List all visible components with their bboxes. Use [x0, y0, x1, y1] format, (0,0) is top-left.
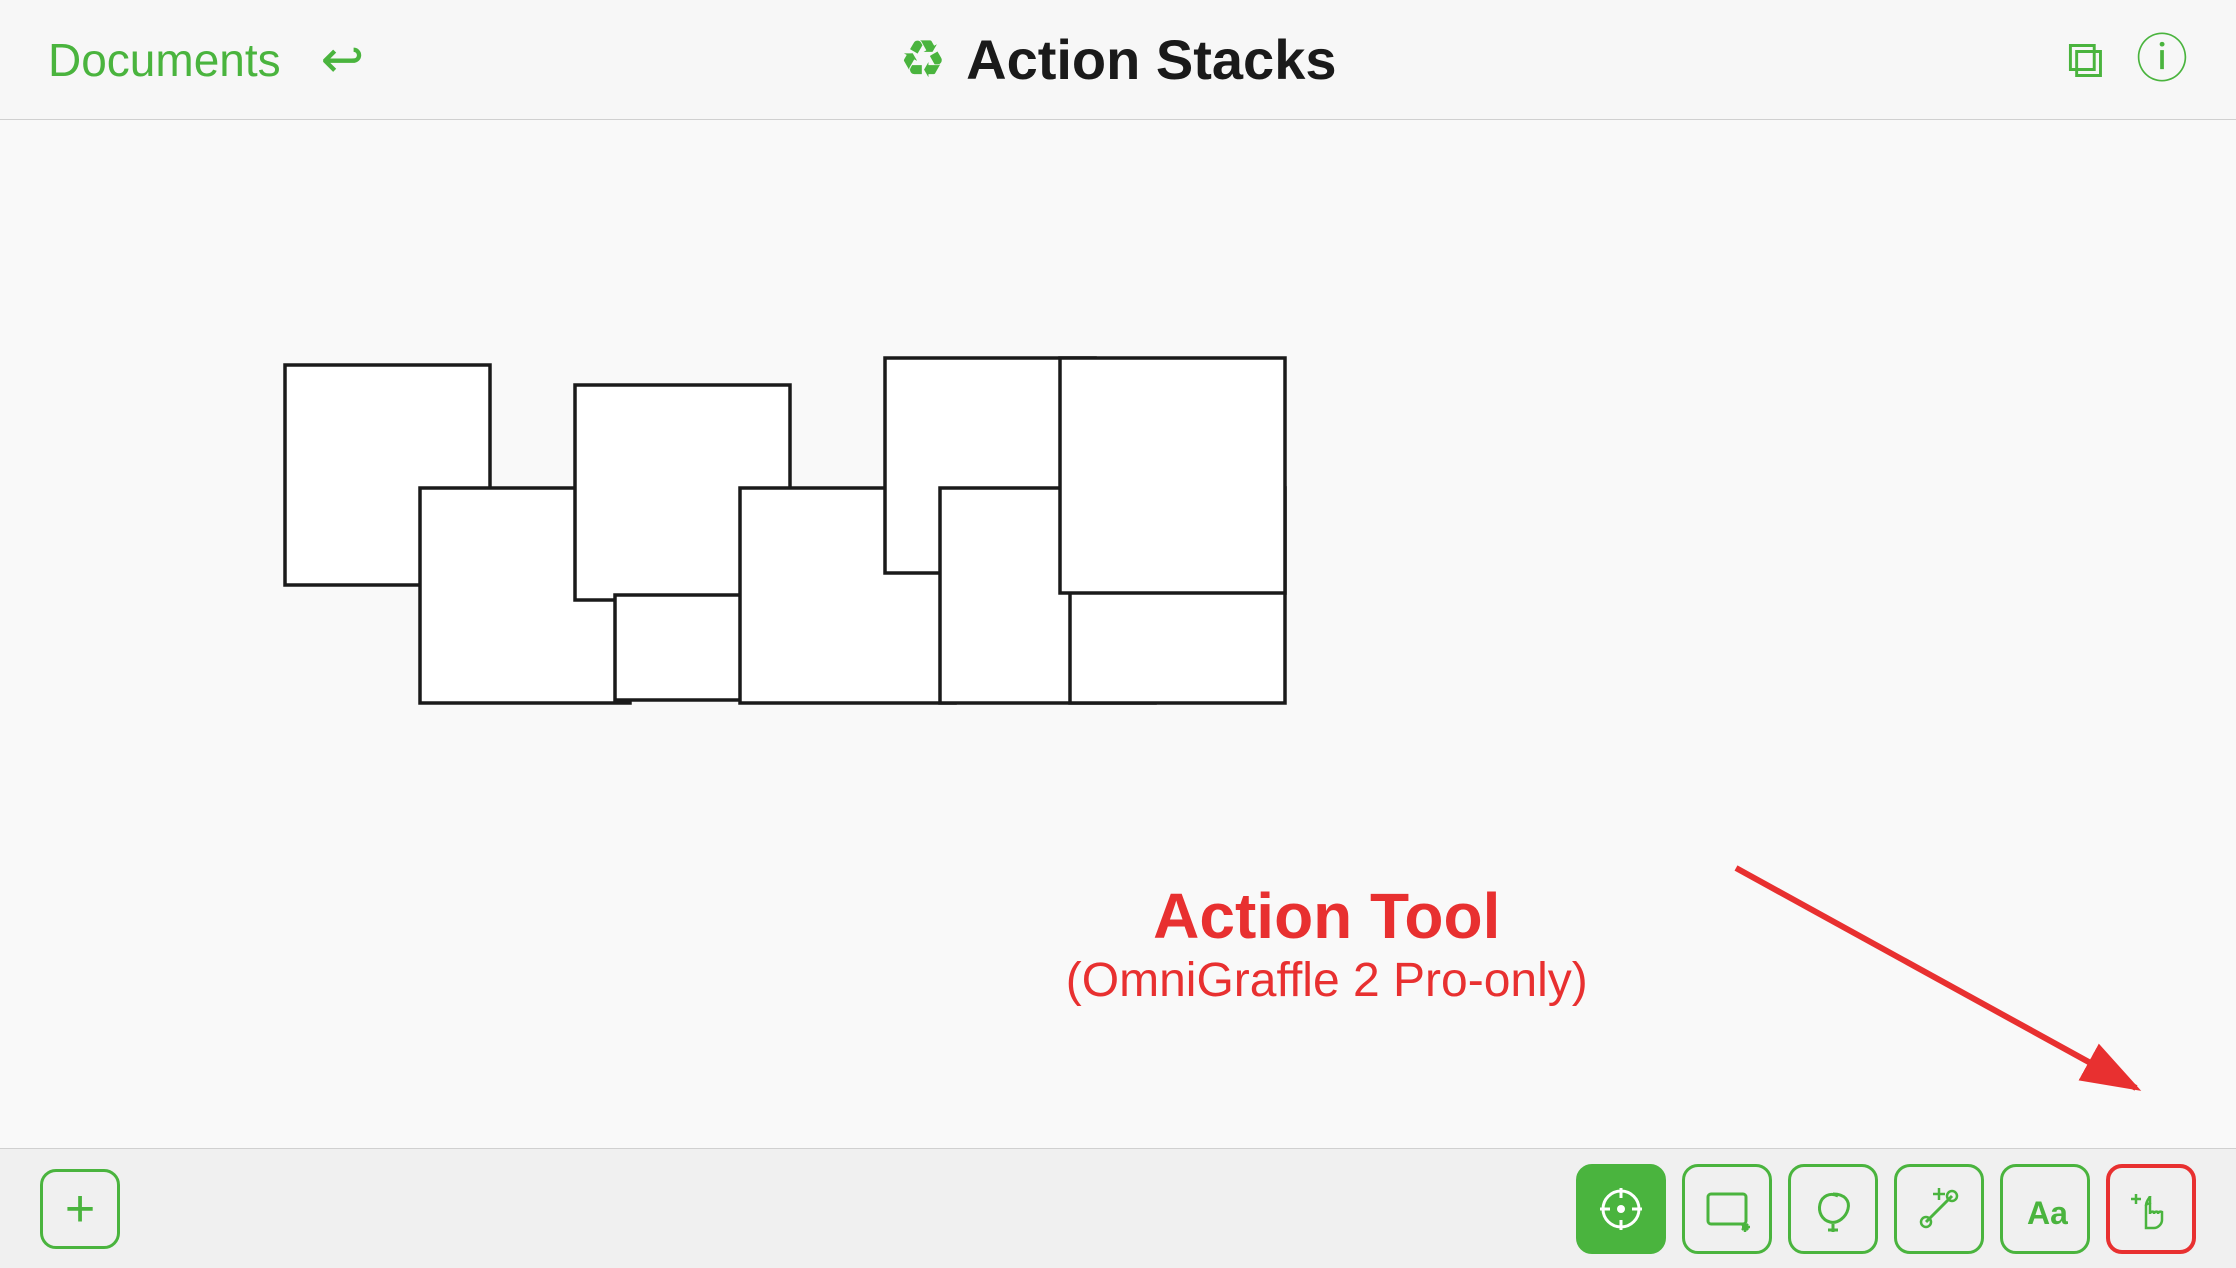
header-bar: Documents ↩ ♻ Action Stacks ⧉ ⓘ: [0, 0, 2236, 120]
back-button[interactable]: ↩: [321, 34, 365, 86]
action-tool-button[interactable]: [2106, 1164, 2196, 1254]
diagram-svg: [0, 120, 2236, 1148]
header-right: ⧉ ⓘ: [2067, 34, 2188, 86]
documents-button[interactable]: Documents: [48, 33, 281, 87]
select-tool-button[interactable]: [1576, 1164, 1666, 1254]
page-title: Action Stacks: [966, 27, 1336, 92]
header-left: Documents ↩: [48, 33, 364, 87]
canvas-area[interactable]: Action Tool (OmniGraffle 2 Pro-only): [0, 120, 2236, 1148]
toolbar: +: [0, 1148, 2236, 1268]
recycle-icon: ♻: [900, 30, 947, 90]
shape-tool-button[interactable]: [1682, 1164, 1772, 1254]
freehand-tool-button[interactable]: [1788, 1164, 1878, 1254]
duplicate-button[interactable]: ⧉: [2067, 34, 2104, 86]
text-tool-button[interactable]: Aa: [2000, 1164, 2090, 1254]
add-button[interactable]: +: [40, 1169, 120, 1249]
info-button[interactable]: ⓘ: [2136, 34, 2188, 86]
toolbar-left: +: [40, 1169, 120, 1249]
toolbar-right: Aa: [1576, 1164, 2196, 1254]
header-center: ♻ Action Stacks: [900, 27, 1337, 92]
svg-text:Aa: Aa: [2027, 1195, 2068, 1231]
connect-tool-button[interactable]: [1894, 1164, 1984, 1254]
